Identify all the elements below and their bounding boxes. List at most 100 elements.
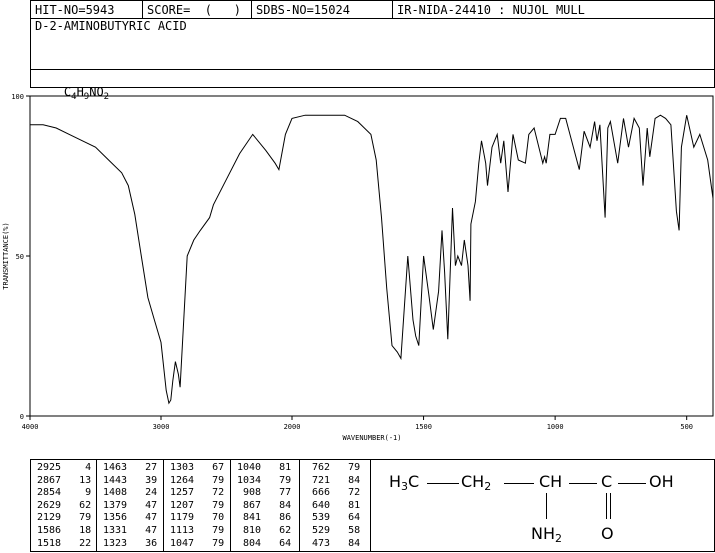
peak-row: 721 84 bbox=[306, 475, 360, 486]
peak-transmittance: 81 bbox=[330, 499, 361, 511]
peak-transmittance: 79 bbox=[330, 462, 361, 473]
peak-row: 1303 67 bbox=[170, 462, 224, 473]
double-bond-right bbox=[610, 493, 611, 519]
peak-row: 2867 13 bbox=[37, 475, 91, 486]
peak-row: 1047 79 bbox=[170, 538, 224, 549]
peak-row: 1331 47 bbox=[103, 525, 157, 536]
bond-4 bbox=[618, 483, 646, 484]
peak-wavenumber: 1331 bbox=[103, 525, 128, 536]
score-field: SCORE= ( ) bbox=[143, 1, 252, 19]
peak-row: 1257 72 bbox=[170, 487, 224, 498]
peak-transmittance: 36 bbox=[127, 537, 158, 549]
peak-wavenumber: 1323 bbox=[103, 537, 128, 549]
peak-row: 529 58 bbox=[306, 525, 360, 536]
x-tick-label: 500 bbox=[680, 423, 693, 431]
peak-row: 1356 47 bbox=[103, 512, 157, 523]
peak-transmittance: 77 bbox=[261, 487, 292, 499]
peak-row: 666 72 bbox=[306, 487, 360, 498]
peak-wavenumber: 1443 bbox=[103, 474, 128, 486]
peak-row: 2925 4 bbox=[37, 462, 91, 473]
structure-ch: CH bbox=[539, 472, 563, 491]
peak-transmittance: 4 bbox=[61, 462, 92, 473]
peak-transmittance: 84 bbox=[330, 474, 361, 486]
peak-transmittance: 72 bbox=[194, 487, 225, 499]
peak-transmittance: 47 bbox=[127, 499, 158, 511]
x-tick-label: 4000 bbox=[22, 423, 39, 431]
peak-column: 1303 67 1264 79 1257 72 1207 79 1179 70 1113 … bbox=[164, 460, 231, 551]
structure-nh2: NH2 bbox=[531, 524, 562, 545]
peak-wavenumber: 1518 bbox=[37, 537, 62, 549]
peak-transmittance: 47 bbox=[127, 525, 158, 536]
peak-row: 1264 79 bbox=[170, 475, 224, 486]
peak-row: 1113 79 bbox=[170, 525, 224, 536]
peak-transmittance: 9 bbox=[61, 487, 92, 499]
peak-wavenumber: 1034 bbox=[237, 474, 262, 486]
y-tick-label: 100 bbox=[11, 93, 24, 101]
peak-wavenumber: 841 bbox=[237, 512, 262, 524]
peak-wavenumber: 867 bbox=[237, 499, 262, 511]
peak-column: 1463 27 1443 39 1408 24 1379 47 1356 47 1331 … bbox=[97, 460, 164, 551]
peak-transmittance: 79 bbox=[194, 525, 225, 536]
peak-wavenumber: 1264 bbox=[170, 474, 195, 486]
double-bond-left bbox=[606, 493, 607, 519]
peak-column: 1040 81 1034 79 908 77 867 84 841 86 810 … bbox=[231, 460, 300, 551]
peak-column: 762 79 721 84 666 72 640 81 539 64 529 5… bbox=[300, 460, 370, 551]
structure-o: O bbox=[601, 524, 614, 543]
structure-oh: OH bbox=[649, 472, 674, 491]
structure-c: C bbox=[601, 472, 613, 491]
hit-number: HIT-NO=5943 bbox=[31, 1, 143, 19]
peak-row: 1379 47 bbox=[103, 500, 157, 511]
formula-box: C4H9NO2 bbox=[30, 69, 715, 102]
peak-wavenumber: 1356 bbox=[103, 512, 128, 524]
ir-info: IR-NIDA-24410 : NUJOL MULL bbox=[397, 3, 585, 17]
peak-wavenumber: 1463 bbox=[103, 462, 128, 473]
peak-wavenumber: 908 bbox=[237, 487, 262, 499]
peak-transmittance: 27 bbox=[127, 462, 158, 473]
x-tick-label: 1000 bbox=[547, 423, 564, 431]
peak-transmittance: 79 bbox=[194, 499, 225, 511]
bond-2 bbox=[504, 483, 534, 484]
peak-row: 1034 79 bbox=[237, 475, 291, 486]
peak-wavenumber: 804 bbox=[237, 537, 262, 549]
peak-transmittance: 79 bbox=[194, 474, 225, 486]
peak-wavenumber: 1047 bbox=[170, 537, 195, 549]
peak-row: 1443 39 bbox=[103, 475, 157, 486]
peak-transmittance: 79 bbox=[61, 512, 92, 524]
peak-wavenumber: 721 bbox=[306, 474, 331, 486]
peak-row: 908 77 bbox=[237, 487, 291, 498]
bond-3 bbox=[569, 483, 597, 484]
peak-transmittance: 79 bbox=[194, 537, 225, 549]
peak-transmittance: 24 bbox=[127, 487, 158, 499]
peak-wavenumber: 1586 bbox=[37, 525, 62, 536]
compound-name: D-2-AMINOBUTYRIC ACID bbox=[35, 19, 187, 33]
peak-transmittance: 13 bbox=[61, 474, 92, 486]
x-tick-label: 1500 bbox=[415, 423, 432, 431]
peak-wavenumber: 539 bbox=[306, 512, 331, 524]
peak-transmittance: 72 bbox=[330, 487, 361, 499]
peak-row: 762 79 bbox=[306, 462, 360, 473]
peak-wavenumber: 2867 bbox=[37, 474, 62, 486]
structure-ch3: H3C bbox=[389, 472, 420, 493]
peak-wavenumber: 1113 bbox=[170, 525, 195, 536]
peak-transmittance: 67 bbox=[194, 462, 225, 473]
peak-wavenumber: 1408 bbox=[103, 487, 128, 499]
bond-1 bbox=[427, 483, 459, 484]
peak-wavenumber: 2129 bbox=[37, 512, 62, 524]
peak-row: 1179 70 bbox=[170, 512, 224, 523]
peak-row: 810 62 bbox=[237, 525, 291, 536]
peak-wavenumber: 640 bbox=[306, 499, 331, 511]
peak-transmittance: 64 bbox=[330, 512, 361, 524]
peak-wavenumber: 810 bbox=[237, 525, 262, 536]
peak-row: 1408 24 bbox=[103, 487, 157, 498]
peak-row: 2854 9 bbox=[37, 487, 91, 498]
peak-transmittance: 22 bbox=[61, 537, 92, 549]
peak-column: 2925 4 2867 13 2854 9 2629 62 2129 79 1586 18… bbox=[31, 460, 97, 551]
peak-wavenumber: 473 bbox=[306, 537, 331, 549]
peak-transmittance: 62 bbox=[61, 499, 92, 511]
peak-transmittance: 79 bbox=[261, 474, 292, 486]
peak-row: 1323 36 bbox=[103, 538, 157, 549]
structure-ch2: CH2 bbox=[461, 472, 492, 493]
peak-transmittance: 39 bbox=[127, 474, 158, 486]
peak-wavenumber: 1303 bbox=[170, 462, 195, 473]
peak-transmittance: 58 bbox=[330, 525, 361, 536]
